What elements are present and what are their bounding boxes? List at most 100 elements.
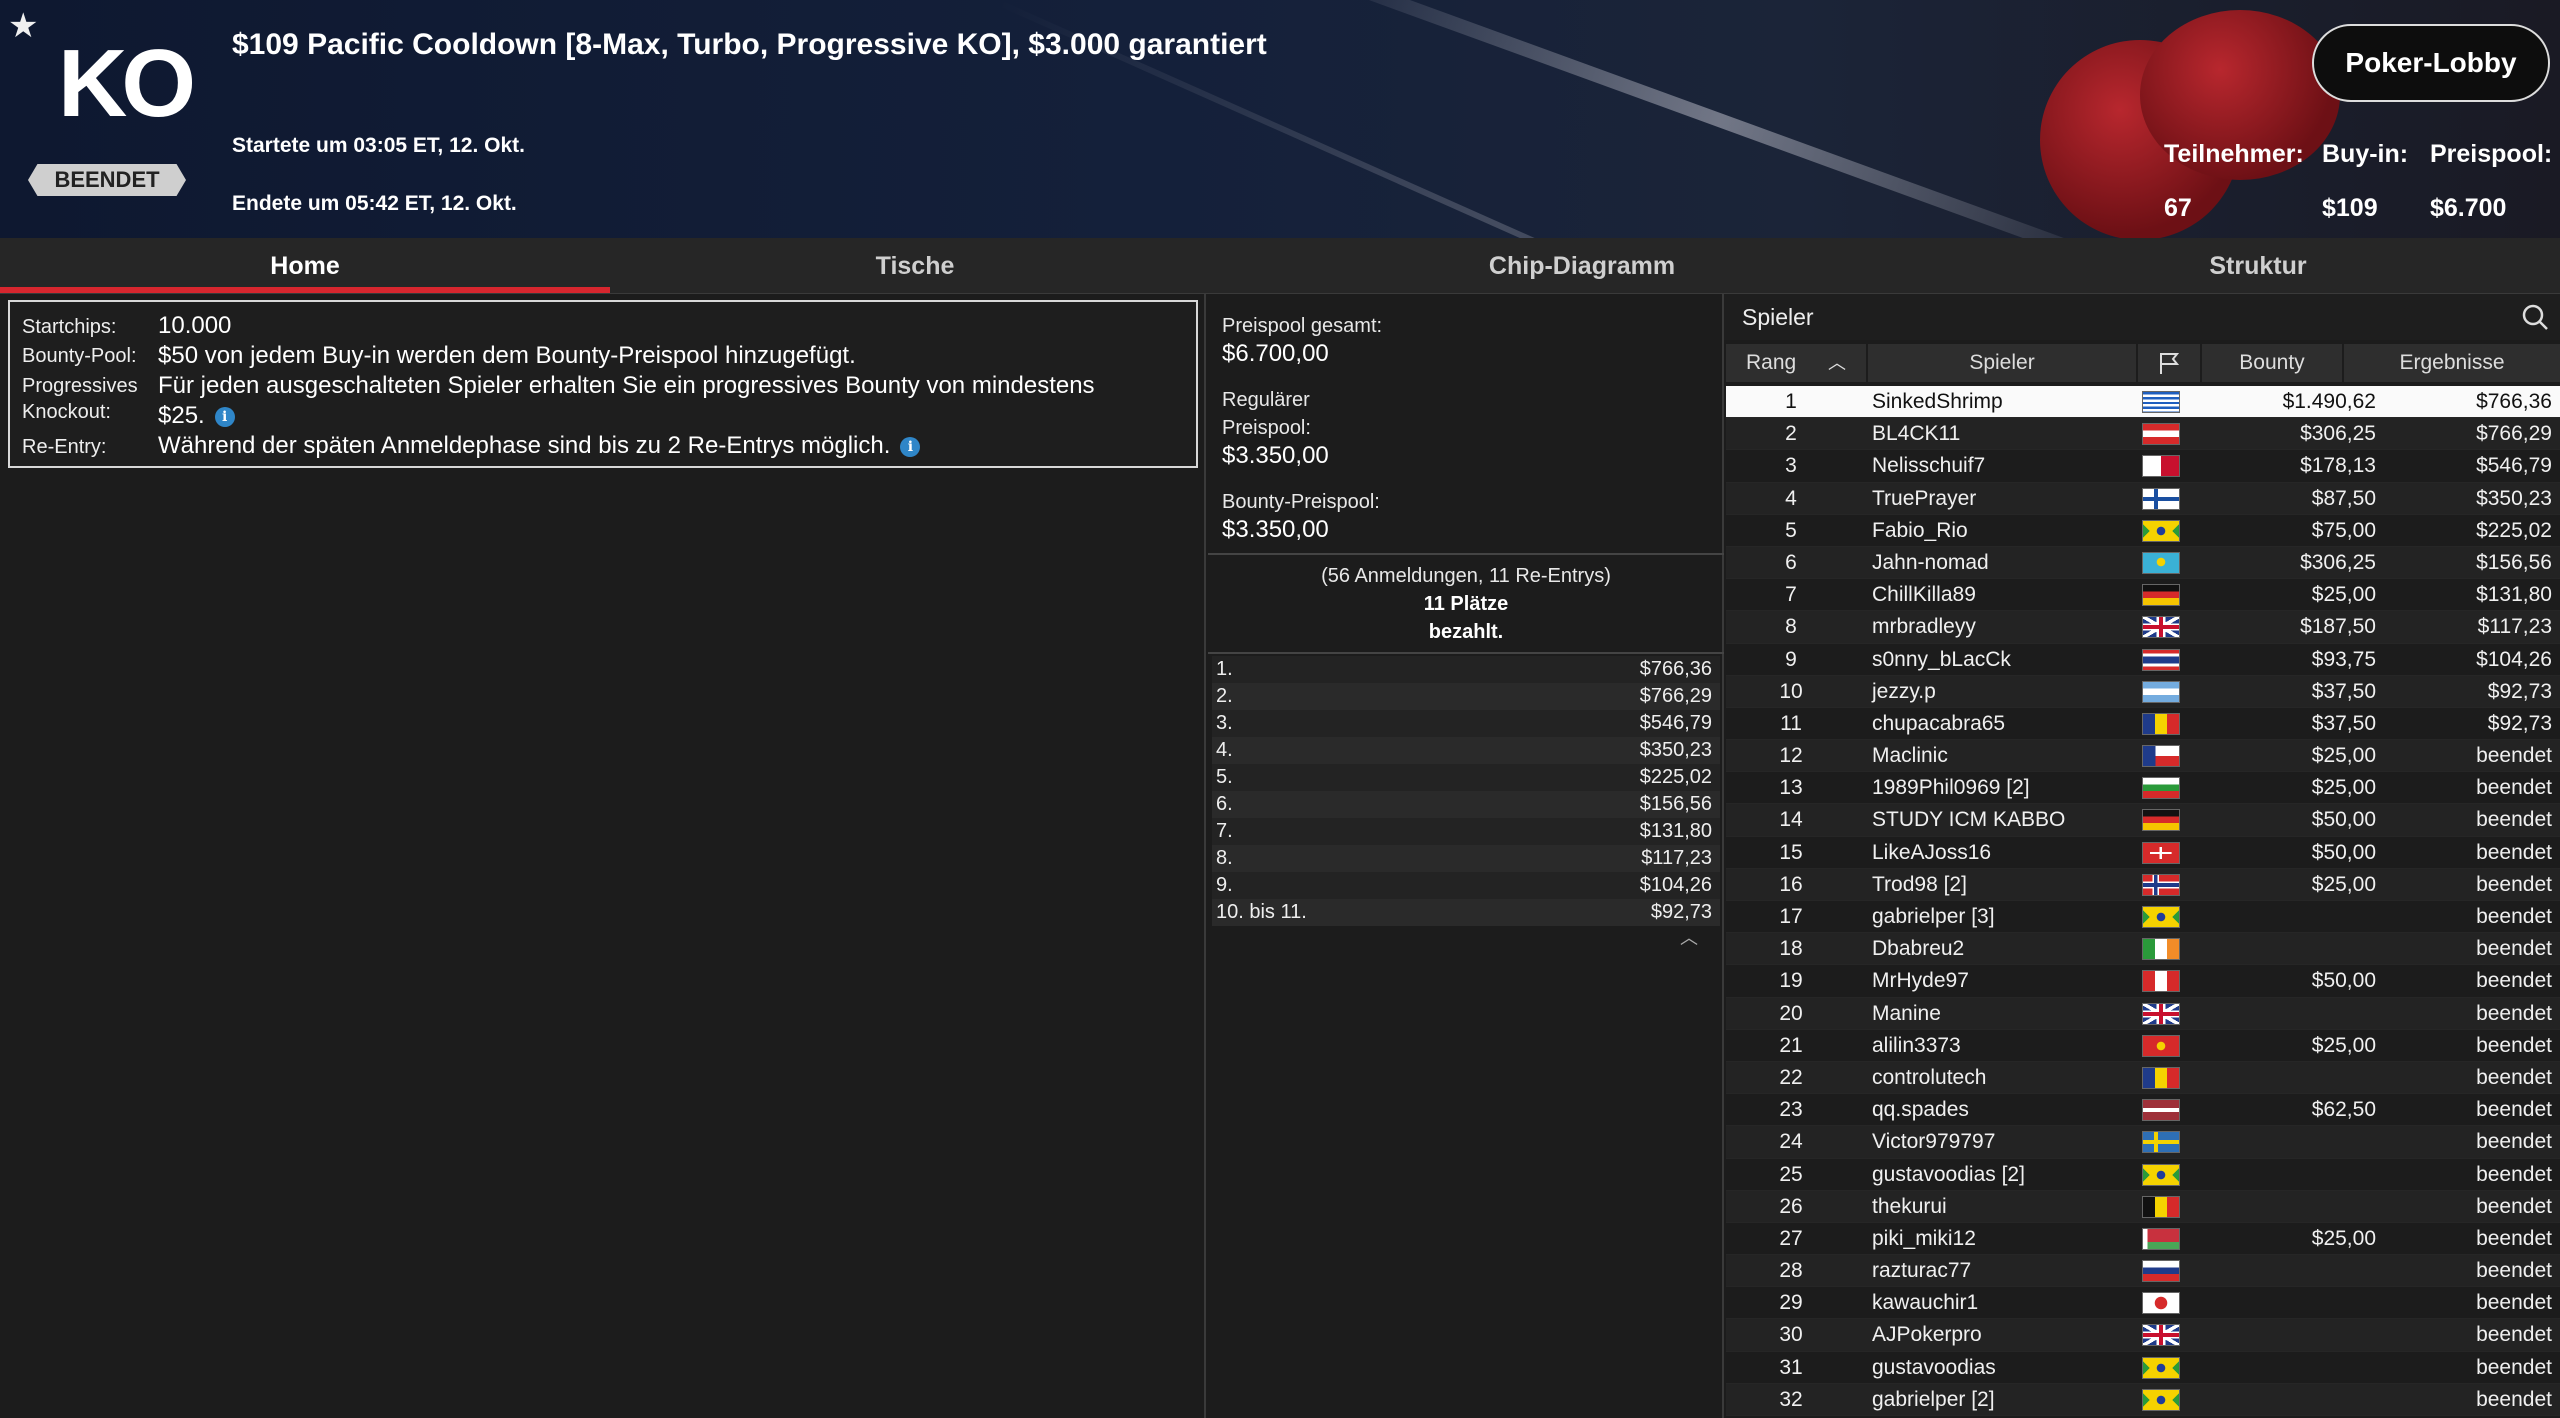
column-header-name[interactable]: Spieler	[1868, 344, 2136, 382]
player-row[interactable]: 3 Nelisschuif7 $178,13 $546,79	[1726, 450, 2560, 483]
payout-place: 1.	[1216, 658, 1233, 680]
column-header-result[interactable]: Ergebnisse	[2344, 344, 2560, 382]
column-header-flag[interactable]	[2138, 344, 2200, 382]
player-row[interactable]: 18 Dbabreu2 beendet	[1726, 933, 2560, 966]
country-flag-icon	[2142, 1002, 2182, 1025]
sort-ascending-icon: ︿	[1828, 353, 1847, 373]
player-name: Jahn-nomad	[1872, 550, 1989, 574]
startchips-value: 10.000	[158, 312, 232, 339]
player-row[interactable]: 23 qq.spades $62,50 beendet	[1726, 1094, 2560, 1127]
player-row[interactable]: 28 razturac77 beendet	[1726, 1255, 2560, 1288]
player-result: beendet	[2476, 1162, 2552, 1186]
player-row[interactable]: 24 Victor979797 beendet	[1726, 1126, 2560, 1159]
search-icon[interactable]	[2520, 302, 2550, 332]
player-row[interactable]: 15 LikeAJoss16 $50,00 beendet	[1726, 836, 2560, 869]
paid-places-text: bezahlt.	[1428, 621, 1504, 643]
player-row[interactable]: 8 mrbradleyy $187,50 $117,23	[1726, 611, 2560, 644]
player-row[interactable]: 11 chupacabra65 $37,50 $92,73	[1726, 707, 2560, 741]
country-flag-icon	[2142, 938, 2182, 961]
player-result: beendet	[2476, 840, 2552, 864]
player-result: beendet	[2476, 1291, 2552, 1315]
player-bounty: $187,50	[2300, 615, 2376, 639]
player-row[interactable]: 7 ChillKilla89 $25,00 $131,80	[1726, 579, 2560, 612]
player-name: AJPokerpro	[1872, 1323, 1982, 1347]
tournament-info-box: Startchips: 10.000 Bounty-Pool: $50 von …	[8, 300, 1198, 468]
player-result: $350,23	[2476, 486, 2552, 510]
country-flag-icon	[2142, 648, 2182, 671]
player-row[interactable]: 32 gabrielper [2] beendet	[1726, 1383, 2560, 1416]
column-divider	[1204, 294, 1206, 1418]
player-name: razturac77	[1872, 1259, 1972, 1283]
player-bounty: $25,00	[2311, 872, 2376, 896]
country-flag-icon	[2142, 616, 2182, 639]
player-bounty: $178,13	[2300, 454, 2376, 478]
column-header-rank[interactable]: Rang ︿	[1726, 344, 1866, 382]
player-row[interactable]: 27 piki_miki12 $25,00 beendet	[1726, 1222, 2560, 1256]
player-name: qq.spades	[1872, 1098, 1969, 1122]
favorite-star-icon[interactable]: ★	[8, 6, 38, 46]
info-icon[interactable]: i	[900, 436, 921, 457]
payout-place: 4.	[1216, 739, 1233, 761]
chevron-up-icon[interactable]: ︿	[1680, 924, 1698, 950]
payout-table: 1. $766,36 2. $766,29 3. $546,79 4. $350,23 5. $2…	[1212, 656, 1720, 926]
payout-amount: $766,29	[1639, 685, 1712, 707]
player-name: kawauchir1	[1872, 1291, 1979, 1315]
player-row[interactable]: 20 Manine beendet	[1726, 997, 2560, 1030]
player-row[interactable]: 5 Fabio_Rio $75,00 $225,02	[1726, 514, 2560, 547]
total-prizepool-value: $6.700,00	[1222, 340, 1329, 367]
player-row[interactable]: 2 BL4CK11 $306,25 $766,29	[1726, 418, 2560, 451]
tournament-header: ★ KO BEENDET $109 Pacific Cooldown [8-Ma…	[0, 0, 2560, 238]
tab-structure[interactable]: Struktur	[1958, 238, 2558, 294]
player-row[interactable]: 10 jezzy.p $37,50 $92,73	[1726, 675, 2560, 708]
player-row[interactable]: 16 Trod98 [2] $25,00 beendet	[1726, 868, 2560, 901]
player-name: alilin3373	[1872, 1033, 1961, 1057]
player-row[interactable]: 29 kawauchir1 beendet	[1726, 1287, 2560, 1320]
player-result: beendet	[2476, 1130, 2552, 1154]
player-rank: 5	[1785, 518, 1797, 542]
player-row[interactable]: 17 gabrielper [3] beendet	[1726, 901, 2560, 934]
tournament-title: $109 Pacific Cooldown [8-Max, Turbo, Pro…	[232, 28, 1267, 61]
column-header-bounty[interactable]: Bounty	[2202, 344, 2342, 382]
player-row[interactable]: 21 alilin3373 $25,00 beendet	[1726, 1029, 2560, 1062]
player-bounty: $87,50	[2311, 486, 2376, 510]
country-flag-icon	[2142, 712, 2182, 735]
player-row[interactable]: 19 MrHyde97 $50,00 beendet	[1726, 965, 2560, 998]
player-row[interactable]: 6 Jahn-nomad $306,25 $156,56	[1726, 546, 2560, 580]
country-flag-icon	[2142, 809, 2182, 832]
player-result: beendet	[2476, 1387, 2552, 1411]
tab-tables[interactable]: Tische	[610, 238, 1220, 294]
end-time: Endete um 05:42 ET, 12. Okt.	[232, 192, 517, 215]
player-row[interactable]: 14 STUDY ICM KABBO $50,00 beendet	[1726, 804, 2560, 837]
poker-lobby-button[interactable]: Poker-Lobby	[2312, 24, 2550, 102]
player-result: beendet	[2476, 1355, 2552, 1379]
player-row[interactable]: 1 SinkedShrimp $1.490,62 $766,36	[1726, 386, 2560, 419]
player-row[interactable]: 26 thekurui beendet	[1726, 1190, 2560, 1223]
info-icon[interactable]: i	[214, 406, 235, 427]
player-row[interactable]: 12 Maclinic $25,00 beendet	[1726, 740, 2560, 773]
player-row[interactable]: 13 1989Phil0969 [2] $25,00 beendet	[1726, 772, 2560, 805]
player-result: beendet	[2476, 1323, 2552, 1347]
country-flag-icon	[2142, 519, 2182, 542]
player-row[interactable]: 9 s0nny_bLacCk $93,75 $104,26	[1726, 643, 2560, 676]
players-panel-header: Spieler	[1724, 294, 2560, 340]
player-result: beendet	[2476, 744, 2552, 768]
pko-value: $25. i	[158, 402, 235, 430]
player-bounty: $25,00	[2311, 1226, 2376, 1250]
player-rank: 8	[1785, 615, 1797, 639]
player-result: beendet	[2476, 1226, 2552, 1250]
player-row[interactable]: 4 TruePrayer $87,50 $350,23	[1726, 482, 2560, 515]
tab-chip-chart[interactable]: Chip-Diagramm	[1340, 238, 1824, 294]
player-result: beendet	[2476, 905, 2552, 928]
tab-home[interactable]: Home	[0, 238, 610, 294]
player-name: Trod98 [2]	[1872, 872, 1967, 896]
header-decoration	[1295, 0, 2146, 238]
payout-row: 9. $104,26	[1212, 872, 1720, 899]
flag-icon	[2160, 353, 2180, 375]
player-row[interactable]: 25 gustavoodias [2] beendet	[1726, 1158, 2560, 1191]
player-row[interactable]: 31 gustavoodias beendet	[1726, 1351, 2560, 1384]
player-row[interactable]: 22 controlutech beendet	[1726, 1061, 2560, 1095]
payout-amount: $766,36	[1639, 658, 1712, 680]
player-rank: 32	[1779, 1387, 1803, 1411]
player-result: beendet	[2476, 1033, 2552, 1057]
player-row[interactable]: 30 AJPokerpro beendet	[1726, 1319, 2560, 1352]
